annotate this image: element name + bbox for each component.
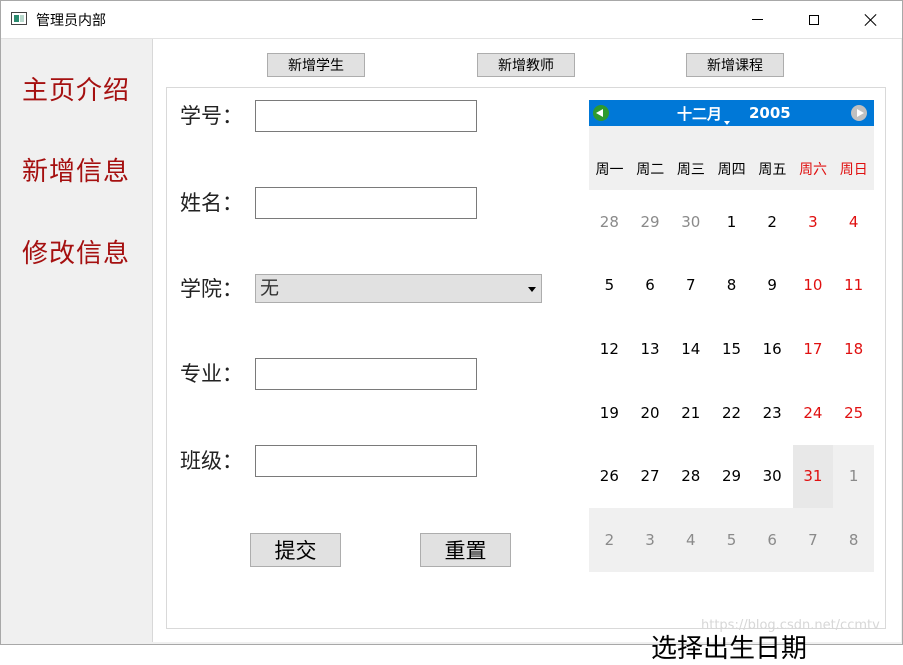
maximize-icon <box>809 14 819 25</box>
calendar-day-selected[interactable]: 31 <box>792 444 834 509</box>
calendar-day[interactable]: 28 <box>589 190 630 254</box>
dropdown-arrow-icon <box>528 287 536 292</box>
main-content: 新增学生 新增教师 新增课程 学号： 姓名： 学院： 无 专业： 班级： 提交 … <box>152 39 901 664</box>
add-student-button[interactable]: 新增学生 <box>267 53 365 77</box>
calendar-day[interactable]: 4 <box>670 508 712 572</box>
student-id-input[interactable] <box>255 100 477 132</box>
month-dropdown-icon <box>724 121 731 125</box>
calendar-day[interactable]: 3 <box>793 190 834 254</box>
weekday-label: 周四 <box>717 162 746 178</box>
calendar-day[interactable]: 10 <box>793 254 834 318</box>
calendar-day[interactable]: 12 <box>589 317 630 381</box>
sidebar-item-edit-info[interactable]: 修改信息 <box>22 233 130 270</box>
calendar-day[interactable]: 6 <box>630 254 671 318</box>
minimize-icon <box>751 19 763 20</box>
calendar-caption: 选择出生日期 <box>651 634 808 664</box>
calendar-day[interactable]: 21 <box>670 381 711 445</box>
name-input[interactable] <box>255 187 477 219</box>
app-icon <box>11 12 27 25</box>
calendar-day[interactable]: 29 <box>630 190 671 254</box>
weekday-header: 周一 周二 周三 周四 周五 周六 周日 <box>589 126 874 190</box>
next-month-icon[interactable] <box>851 105 867 121</box>
sidebar-item-add-info[interactable]: 新增信息 <box>22 151 130 188</box>
close-button[interactable] <box>842 1 900 38</box>
calendar-day[interactable]: 5 <box>711 508 752 572</box>
calendar-day[interactable]: 30 <box>752 445 793 509</box>
calendar-nav-bar: 十二月 2005 <box>589 100 874 126</box>
calendar-day[interactable]: 22 <box>711 381 752 445</box>
birth-date-calendar: 十二月 2005 周一 周二 周三 周四 周五 周六 周日 28 29 30 1 2 3 4 5 6 7 8 9 1… <box>589 100 874 572</box>
year-selector[interactable]: 2005 <box>749 104 791 122</box>
calendar-day[interactable]: 19 <box>589 381 630 445</box>
calendar-day[interactable]: 30 <box>670 190 711 254</box>
calendar-day[interactable]: 25 <box>833 381 874 445</box>
weekday-label: 周日 <box>839 162 868 178</box>
calendar-day[interactable]: 13 <box>630 317 671 381</box>
student-id-label: 学号： <box>180 104 243 128</box>
prev-month-icon[interactable] <box>593 105 609 121</box>
calendar-day[interactable]: 3 <box>629 508 671 572</box>
calendar-day[interactable]: 1 <box>711 190 752 254</box>
class-input[interactable] <box>255 445 477 477</box>
submit-button[interactable]: 提交 <box>250 533 341 567</box>
title-bar: 管理员内部 <box>1 1 902 39</box>
weekday-label: 周三 <box>676 162 705 178</box>
calendar-day[interactable]: 2 <box>752 190 793 254</box>
weekday-label: 周二 <box>636 162 665 178</box>
calendar-day[interactable]: 4 <box>833 190 874 254</box>
form-panel: 学号： 姓名： 学院： 无 专业： 班级： 提交 重置 十二月 2005 周一 … <box>166 87 886 664</box>
close-icon <box>864 13 878 27</box>
calendar-day[interactable]: 8 <box>711 254 752 318</box>
calendar-day[interactable]: 15 <box>711 317 752 381</box>
name-label: 姓名： <box>180 191 243 215</box>
calendar-day[interactable]: 11 <box>833 254 874 318</box>
calendar-day[interactable]: 9 <box>752 254 793 318</box>
watermark: https://blog.csdn.net/ccmtv <box>701 618 880 633</box>
calendar-day[interactable]: 20 <box>630 381 671 445</box>
reset-button[interactable]: 重置 <box>420 533 511 567</box>
calendar-day[interactable]: 23 <box>752 381 793 445</box>
weekday-label: 周五 <box>758 162 787 178</box>
calendar-day[interactable]: 24 <box>793 381 834 445</box>
calendar-day[interactable]: 17 <box>793 317 834 381</box>
calendar-day[interactable]: 1 <box>833 444 874 509</box>
maximize-button[interactable] <box>785 1 843 38</box>
calendar-day[interactable]: 18 <box>833 317 874 381</box>
add-teacher-button[interactable]: 新增教师 <box>477 53 575 77</box>
minimize-button[interactable] <box>728 1 786 38</box>
sidebar: 主页介绍 新增信息 修改信息 <box>2 39 151 644</box>
major-input[interactable] <box>255 358 477 390</box>
calendar-day[interactable]: 16 <box>752 317 793 381</box>
calendar-day[interactable]: 8 <box>833 508 874 572</box>
weekday-label: 周六 <box>799 162 828 178</box>
window-title: 管理员内部 <box>36 13 106 29</box>
calendar-day[interactable]: 26 <box>589 445 630 509</box>
major-label: 专业： <box>180 362 243 386</box>
college-label: 学院： <box>180 277 243 301</box>
app-window: 管理员内部 主页介绍 新增信息 修改信息 新增学生 新增教师 新增课程 学号： … <box>0 0 903 664</box>
calendar-day[interactable]: 5 <box>589 254 630 318</box>
weekday-label: 周一 <box>595 162 624 178</box>
calendar-day[interactable]: 7 <box>670 254 711 318</box>
calendar-day[interactable]: 27 <box>630 445 671 509</box>
calendar-day[interactable]: 7 <box>792 508 834 572</box>
month-selector[interactable]: 十二月 <box>677 103 731 125</box>
calendar-day[interactable]: 29 <box>711 445 752 509</box>
calendar-day-grid: 28 29 30 1 2 3 4 5 6 7 8 9 10 11 12 13 14 15 16 17 18 19 20 21 2… <box>589 190 874 572</box>
add-course-button[interactable]: 新增课程 <box>686 53 784 77</box>
calendar-day[interactable]: 14 <box>670 317 711 381</box>
college-select[interactable]: 无 <box>255 274 542 303</box>
college-selected-value: 无 <box>260 277 280 299</box>
class-label: 班级： <box>180 449 243 473</box>
month-label: 十二月 <box>677 105 723 123</box>
calendar-day[interactable]: 2 <box>589 508 630 572</box>
sidebar-item-home-intro[interactable]: 主页介绍 <box>22 70 130 107</box>
calendar-day[interactable]: 28 <box>670 445 711 509</box>
calendar-day[interactable]: 6 <box>751 508 793 572</box>
